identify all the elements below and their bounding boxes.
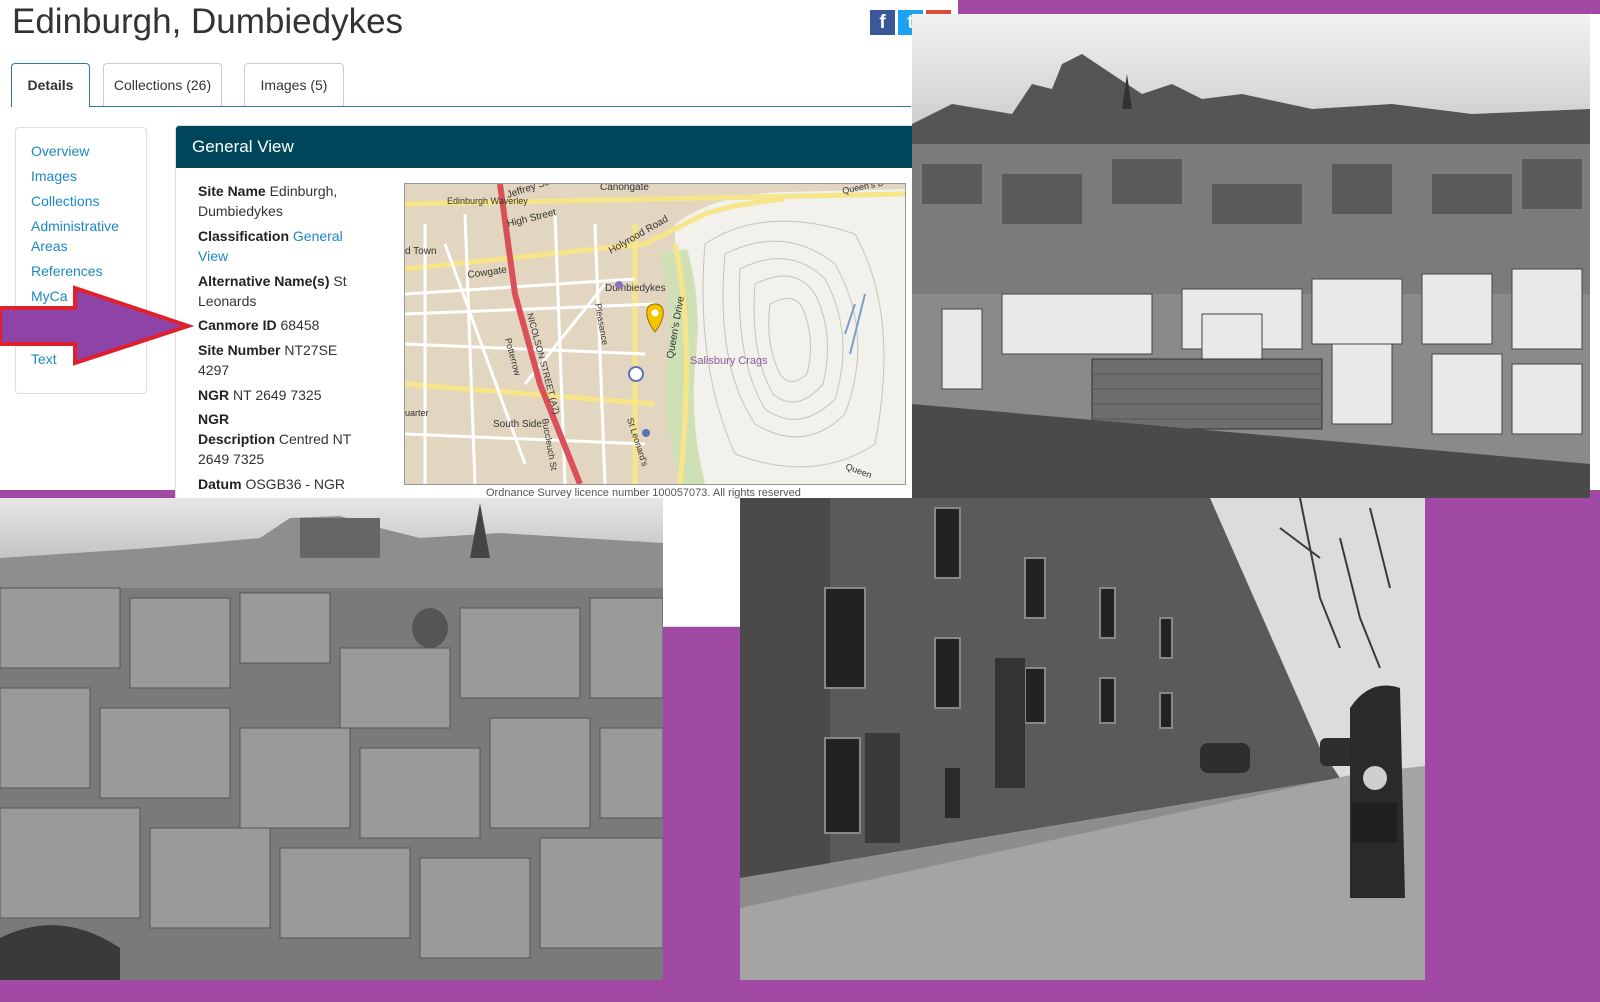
sidebar-item-collections[interactable]: Collections (31, 191, 99, 211)
poi-icon-lower (642, 429, 650, 437)
site-name-value-line2: Dumbiedykes (198, 203, 283, 219)
tab-collections[interactable]: Collections (26) (103, 63, 222, 106)
alternative-name-value-line2: Leonards (198, 293, 257, 309)
sidebar-item-images[interactable]: Images (31, 166, 77, 186)
panel-heading: General View (176, 126, 916, 168)
site-number-field: Site Number NT27SE 4297 (198, 340, 373, 380)
classification-label: Classification (198, 228, 290, 244)
facebook-icon[interactable]: f (870, 10, 895, 35)
location-map[interactable]: Canongate Jeffrey Street Edinburgh Waver… (404, 183, 906, 485)
sidebar-item-references[interactable]: References (31, 261, 103, 281)
ngr-description-label-line1: NGR (198, 411, 230, 427)
purple-background-top (958, 0, 1600, 14)
datum-value: OSGB36 - NGR (245, 476, 346, 492)
photo-sloping-street (740, 498, 1425, 980)
classification-field: Classification General View (198, 226, 373, 266)
ngr-description-field: NGR Description Centred NT 2649 7325 (198, 409, 373, 469)
map-label-waverley: Edinburgh Waverley (447, 196, 528, 206)
right-arrow-annotation (0, 285, 195, 366)
alternative-name-label: Alternative Name(s) (198, 273, 330, 289)
ngr-description-value-line2: 2649 7325 (198, 451, 265, 467)
map-label-canongate: Canongate (600, 184, 649, 193)
ngr-description-value: Centred NT (278, 431, 352, 447)
page-title: Edinburgh, Dumbiedykes (12, 2, 404, 41)
poi-icon (615, 281, 623, 289)
photo-city-panorama (0, 498, 663, 980)
map-graphic: Canongate Jeffrey Street Edinburgh Waver… (405, 184, 905, 484)
photo-aerial-housing (912, 14, 1590, 498)
sidebar-item-administrative[interactable]: Administrative (31, 216, 119, 236)
sidebar-item-areas[interactable]: Areas (31, 236, 68, 256)
site-name-value: Edinburgh, (269, 183, 338, 199)
ngr-label: NGR (198, 387, 230, 403)
canmore-id-label: Canmore ID (198, 317, 277, 333)
tab-details[interactable]: Details (11, 63, 90, 107)
datum-field: Datum OSGB36 - NGR (198, 474, 373, 494)
site-number-value: NT27SE (284, 342, 338, 358)
ngr-description-label-line2: Description (198, 431, 276, 447)
accessibility-icon (628, 366, 644, 382)
map-label-old-town: d Town (405, 246, 437, 257)
map-label-south-side: South Side (493, 419, 542, 430)
ngr-field: NGR NT 2649 7325 (198, 385, 373, 405)
tab-images[interactable]: Images (5) (244, 63, 344, 106)
site-number-label: Site Number (198, 342, 281, 358)
site-number-value-line2: 4297 (198, 362, 230, 378)
map-label-dumbiedykes: Dumbiedykes (605, 283, 666, 294)
datum-label: Datum (198, 476, 242, 492)
alternative-name-value: St (333, 273, 347, 289)
canmore-id-value: 68458 (280, 317, 320, 333)
map-label-salisbury-crags: Salisbury Crags (690, 355, 768, 367)
ngr-value: NT 2649 7325 (233, 387, 322, 403)
canmore-id-field: Canmore ID 68458 (198, 315, 373, 335)
classification-link[interactable]: General (293, 228, 343, 244)
classification-link-line2[interactable]: View (198, 248, 228, 264)
tab-bar: Details Collections (26) Images (5) (11, 63, 911, 107)
site-name-field: Site Name Edinburgh, Dumbiedykes (198, 181, 373, 221)
alternative-name-field: Alternative Name(s) St Leonards (198, 271, 373, 311)
site-name-label: Site Name (198, 183, 266, 199)
map-label-quarter: uarter (405, 408, 429, 418)
sidebar-item-overview[interactable]: Overview (31, 141, 89, 161)
